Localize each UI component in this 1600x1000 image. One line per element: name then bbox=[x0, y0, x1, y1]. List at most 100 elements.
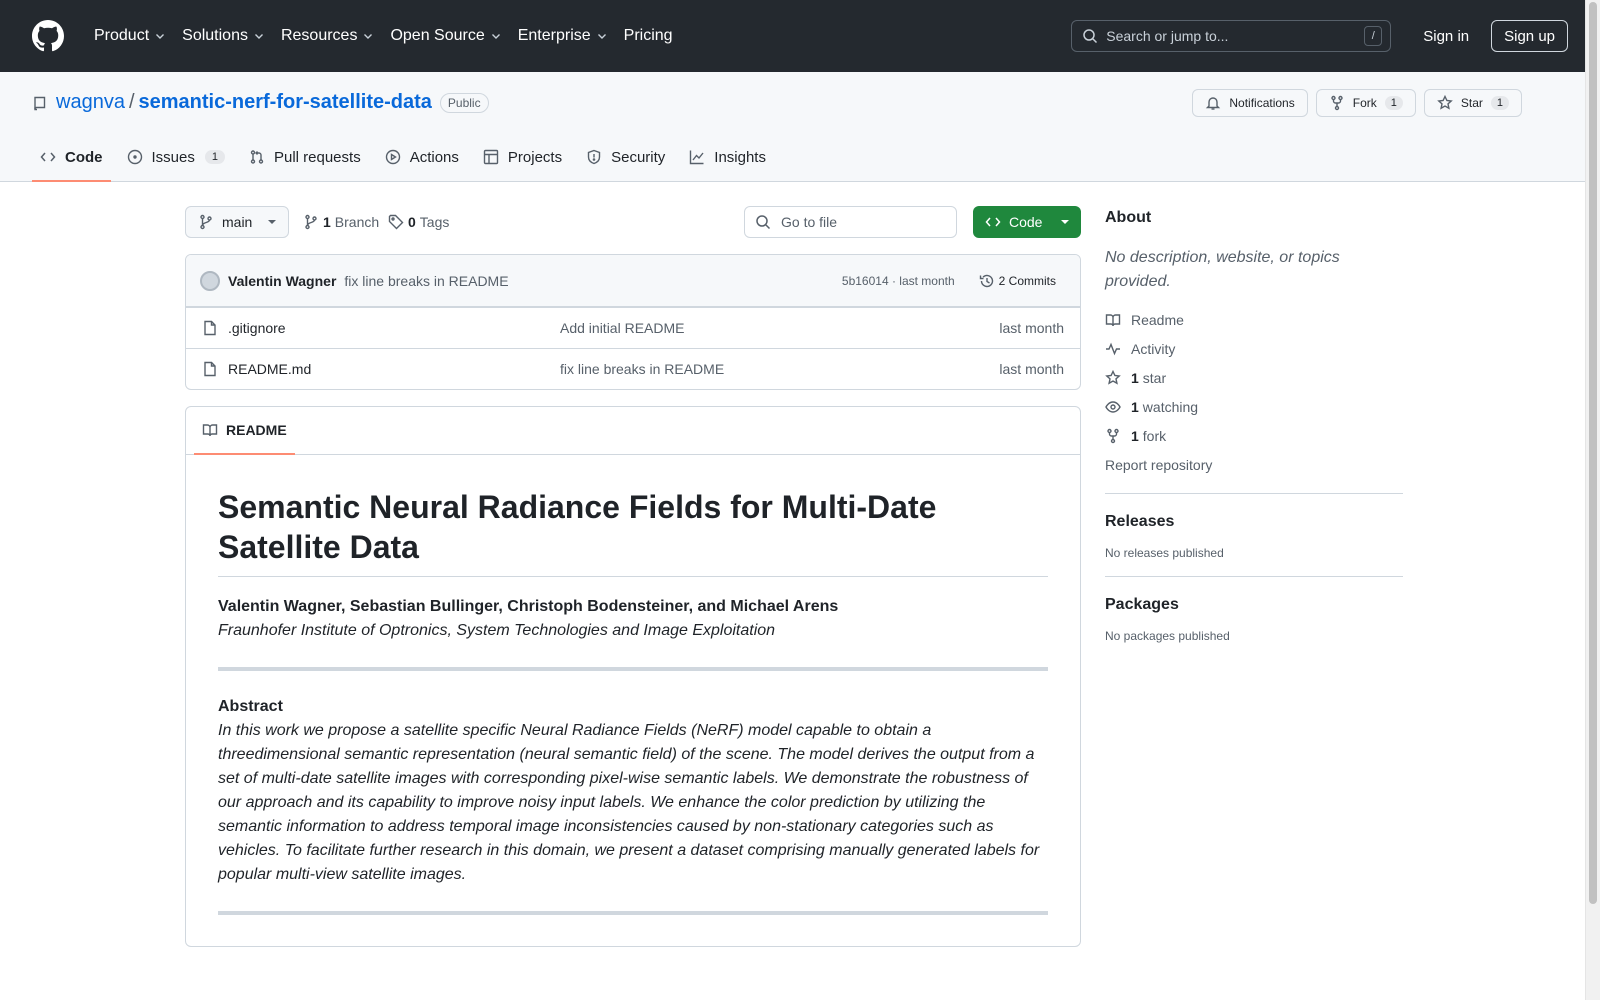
repo-name-link[interactable]: semantic-nerf-for-satellite-data bbox=[139, 91, 432, 114]
tab-insights[interactable]: Insights bbox=[681, 134, 774, 182]
repo-owner-link[interactable]: wagnva bbox=[56, 91, 125, 114]
readme-body: Semantic Neural Radiance Fields for Mult… bbox=[186, 455, 1080, 915]
fork-icon bbox=[1331, 95, 1343, 111]
branch-name: main bbox=[222, 214, 253, 230]
main-content: main 1 Branch 0 Tags Go to file Code Val… bbox=[185, 182, 1081, 947]
file-list: Valentin Wagner fix line breaks in READM… bbox=[185, 254, 1081, 390]
repo-title: wagnva / semantic-nerf-for-satellite-dat… bbox=[32, 91, 489, 114]
fork-button[interactable]: Fork 1 bbox=[1315, 89, 1416, 117]
scrollbar-thumb[interactable] bbox=[1589, 2, 1597, 904]
releases-heading[interactable]: Releases bbox=[1105, 510, 1403, 534]
file-name[interactable]: .gitignore bbox=[228, 320, 560, 336]
fork-icon bbox=[1107, 428, 1119, 444]
caret-down-icon bbox=[1061, 220, 1069, 224]
file-date: last month bbox=[999, 361, 1064, 377]
shield-icon bbox=[587, 149, 601, 165]
tag-icon bbox=[388, 214, 404, 230]
search-icon bbox=[1083, 29, 1098, 44]
releases-empty: No releases published bbox=[1105, 546, 1224, 560]
forks-link[interactable]: 1 fork bbox=[1105, 424, 1403, 448]
tags-link[interactable]: 0 Tags bbox=[388, 206, 449, 238]
tab-label: Code bbox=[65, 148, 103, 166]
nav-open-source[interactable]: Open Source bbox=[382, 20, 509, 52]
packages-heading[interactable]: Packages bbox=[1105, 593, 1403, 617]
commit-meta[interactable]: 5b16014 · last month bbox=[842, 274, 955, 288]
nav-solutions[interactable]: Solutions bbox=[174, 20, 273, 52]
book-icon bbox=[1105, 314, 1121, 327]
commit-author[interactable]: Valentin Wagner bbox=[228, 273, 336, 289]
tab-readme[interactable]: README bbox=[194, 407, 295, 455]
readme-link[interactable]: Readme bbox=[1105, 308, 1403, 332]
nav-enterprise[interactable]: Enterprise bbox=[510, 20, 616, 52]
readme-panel: README Semantic Neural Radiance Fields f… bbox=[185, 406, 1081, 947]
github-logo-icon[interactable] bbox=[32, 20, 64, 52]
search-icon bbox=[756, 215, 771, 230]
nav-resources[interactable]: Resources bbox=[273, 20, 382, 52]
sign-up-button[interactable]: Sign up bbox=[1491, 20, 1568, 52]
repo-separator: / bbox=[128, 91, 135, 113]
page-scrollbar[interactable] bbox=[1585, 0, 1600, 1000]
global-nav: Product Solutions Resources Open Source … bbox=[86, 20, 681, 52]
about-heading: About bbox=[1105, 209, 1152, 226]
readme-tab-label: README bbox=[226, 422, 287, 438]
issues-count: 1 bbox=[204, 150, 225, 164]
file-commit-message[interactable]: fix line breaks in README bbox=[560, 361, 999, 377]
branch-label: Branch bbox=[334, 214, 380, 230]
go-to-file-placeholder: Go to file bbox=[781, 214, 838, 230]
pulse-icon bbox=[1106, 342, 1120, 356]
tab-issues[interactable]: Issues 1 bbox=[119, 134, 233, 182]
divider bbox=[1105, 493, 1403, 494]
avatar[interactable] bbox=[200, 270, 220, 291]
tab-label: Actions bbox=[409, 148, 459, 166]
file-name[interactable]: README.md bbox=[228, 361, 560, 377]
activity-link[interactable]: Activity bbox=[1105, 337, 1403, 361]
book-icon bbox=[202, 424, 218, 437]
file-icon bbox=[204, 361, 216, 377]
nav-label: Product bbox=[94, 27, 150, 44]
tag-count: 0 bbox=[408, 214, 416, 230]
fork-count: 1 bbox=[1384, 96, 1403, 110]
stars-label: star bbox=[1142, 370, 1167, 386]
forks-count: 1 bbox=[1131, 428, 1139, 444]
sign-in-link[interactable]: Sign in bbox=[1415, 28, 1477, 45]
tab-pull-requests[interactable]: Pull requests bbox=[241, 134, 369, 182]
tab-security[interactable]: Security bbox=[578, 134, 673, 182]
branch-icon bbox=[200, 214, 212, 230]
nav-pricing[interactable]: Pricing bbox=[616, 20, 681, 52]
nav-product[interactable]: Product bbox=[86, 20, 174, 52]
activity-link-label: Activity bbox=[1131, 341, 1176, 357]
commits-link[interactable]: 2 Commits bbox=[971, 273, 1064, 289]
tab-actions[interactable]: Actions bbox=[377, 134, 467, 182]
star-icon bbox=[1105, 370, 1121, 385]
report-repository-link[interactable]: Report repository bbox=[1105, 453, 1403, 477]
file-commit-message[interactable]: Add initial README bbox=[560, 320, 999, 336]
tab-label: Insights bbox=[714, 148, 766, 166]
readme-tabbar: README bbox=[186, 407, 1080, 455]
go-to-file-input[interactable]: Go to file bbox=[744, 206, 957, 238]
branch-icon bbox=[305, 214, 317, 230]
notifications-button[interactable]: Notifications bbox=[1192, 89, 1308, 117]
divider bbox=[218, 911, 1048, 915]
nav-label: Enterprise bbox=[517, 27, 591, 44]
branches-link[interactable]: 1 Branch bbox=[303, 206, 379, 238]
repo-tabs: Code Issues 1 Pull requests Actions Proj… bbox=[32, 134, 782, 182]
search-input[interactable]: Search or jump to... / bbox=[1071, 20, 1392, 52]
tag-label: Tags bbox=[419, 214, 450, 230]
table-row: README.md fix line breaks in README last… bbox=[186, 348, 1080, 389]
commit-message[interactable]: fix line breaks in README bbox=[344, 273, 508, 289]
readme-title: Semantic Neural Radiance Fields for Mult… bbox=[218, 487, 1048, 577]
readme-authors: Valentin Wagner, Sebastian Bullinger, Ch… bbox=[218, 598, 839, 615]
code-dropdown-button[interactable]: Code bbox=[973, 206, 1081, 238]
watching-link[interactable]: 1 watching bbox=[1105, 395, 1403, 419]
history-icon bbox=[979, 274, 993, 287]
packages-empty: No packages published bbox=[1105, 629, 1230, 643]
branch-selector[interactable]: main bbox=[185, 206, 289, 238]
tab-code[interactable]: Code bbox=[32, 134, 111, 182]
tab-label: Pull requests bbox=[273, 148, 361, 166]
tab-projects[interactable]: Projects bbox=[475, 134, 570, 182]
stars-link[interactable]: 1 star bbox=[1105, 366, 1403, 390]
star-button[interactable]: Star 1 bbox=[1423, 89, 1522, 117]
divider bbox=[1105, 576, 1403, 577]
about-description: No description, website, or topics provi… bbox=[1105, 249, 1340, 290]
star-icon bbox=[1437, 95, 1453, 110]
